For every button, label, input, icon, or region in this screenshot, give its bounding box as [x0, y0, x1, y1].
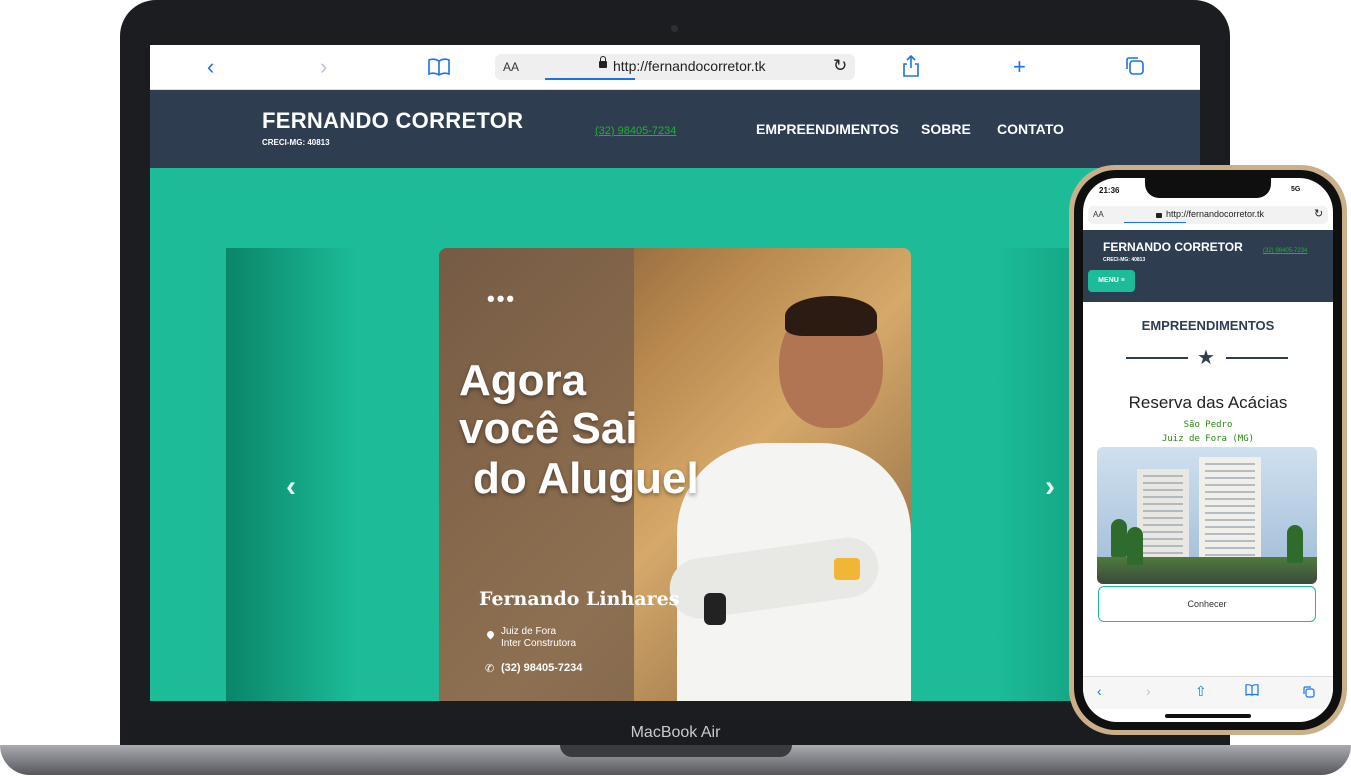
- conhecer-button[interactable]: Conhecer: [1098, 586, 1316, 622]
- slide-headline-1: Agora: [459, 356, 587, 405]
- building-windows: [1143, 475, 1183, 565]
- phone-reader-aa-button[interactable]: AA: [1093, 210, 1104, 219]
- phone-address-bar[interactable]: AA http://fernandocorretor.tk ↻: [1088, 206, 1328, 224]
- phone-url-text[interactable]: http://fernandocorretor.tk: [1166, 209, 1264, 219]
- load-progress: [545, 78, 635, 80]
- slide-headline-2: você Sai: [459, 404, 638, 453]
- nav-contato[interactable]: CONTATO: [997, 121, 1064, 137]
- more-dots-icon: •••: [487, 286, 517, 311]
- phone-lock-icon: [1156, 213, 1162, 218]
- slide-location: Juiz de Fora Inter Construtora: [501, 626, 576, 650]
- listing-city: Juiz de Fora (MG): [1161, 434, 1255, 444]
- section-title: EMPREENDIMENTOS: [1141, 318, 1275, 333]
- phone-screen: 21:36 5G AA http://fernandocorretor.tk ↻…: [1083, 178, 1333, 722]
- tabs-icon[interactable]: [1125, 55, 1145, 83]
- phone-back-icon[interactable]: ‹: [1097, 683, 1102, 699]
- phone-browser-toolbar: ‹ › ⇧: [1083, 676, 1333, 709]
- lock-icon: [599, 56, 607, 68]
- slide-location-company: Inter Construtora: [501, 638, 577, 649]
- slide-phone: (32) 98405-7234: [501, 662, 583, 674]
- carousel-next-icon[interactable]: ›: [1045, 470, 1055, 504]
- status-time: 21:36: [1099, 186, 1120, 195]
- url-text[interactable]: http://fernandocorretor.tk: [613, 58, 766, 74]
- creci-label: CRECI-MG: 40813: [262, 138, 330, 147]
- phone-notch: [1145, 178, 1271, 198]
- listing-title: Reserva das Acácias: [1128, 393, 1288, 412]
- back-icon[interactable]: ‹: [207, 53, 214, 81]
- phone-link[interactable]: (32) 98405-7234: [595, 125, 676, 137]
- palm-tree: [1287, 525, 1303, 563]
- phone-site-header: FERNANDO CORRETOR CRECI-MG: 40813 (32) 9…: [1083, 230, 1333, 302]
- phone-bookmarks-icon[interactable]: [1245, 683, 1259, 699]
- palm-tree: [1127, 527, 1143, 565]
- carousel-slide: ••• Agora você Sai do Aluguel Fernando L…: [439, 248, 911, 701]
- slide-name: Fernando Linhares: [479, 588, 680, 610]
- building-windows: [1205, 463, 1255, 563]
- palm-tree: [1111, 519, 1127, 557]
- browser-toolbar: ‹ › AA http://fernandocorretor.tk ↻ +: [150, 45, 1200, 90]
- phone-menu-button[interactable]: MENU ≡: [1088, 270, 1135, 292]
- phone-creci-label: CRECI-MG: 40813: [1103, 257, 1146, 263]
- site-header: FERNANDO CORRETOR CRECI-MG: 40813 (32) 9…: [150, 90, 1200, 168]
- phone-icon: ✆: [485, 663, 495, 675]
- divider-left: [1126, 357, 1188, 359]
- phone-phone-link[interactable]: (32) 98405-7234: [1263, 248, 1307, 254]
- nav-empreendimentos[interactable]: EMPREENDIMENTOS: [756, 121, 899, 137]
- building-left: [1137, 469, 1189, 569]
- phone-reload-icon[interactable]: ↻: [1314, 207, 1323, 220]
- phone-site-brand[interactable]: FERNANDO CORRETOR: [1103, 240, 1243, 254]
- carousel-prev-icon[interactable]: ‹: [286, 470, 296, 504]
- slide-location-city: Juiz de Fora: [501, 626, 557, 637]
- listing-neighborhood: São Pedro: [1183, 420, 1233, 430]
- home-indicator[interactable]: [1165, 714, 1251, 718]
- person-hair: [785, 296, 877, 336]
- phone-tabs-icon[interactable]: [1303, 685, 1315, 701]
- status-network: 5G: [1291, 186, 1301, 193]
- share-icon[interactable]: [902, 54, 920, 84]
- new-tab-icon[interactable]: +: [1013, 53, 1026, 81]
- site-brand[interactable]: FERNANDO CORRETOR: [262, 108, 523, 134]
- phone-load-progress: [1124, 222, 1186, 223]
- phone-share-icon[interactable]: ⇧: [1195, 683, 1207, 700]
- bookmarks-icon[interactable]: [428, 55, 450, 83]
- logo-badge: [834, 558, 860, 580]
- laptop-screen: ‹ › AA http://fernandocorretor.tk ↻ + FE…: [150, 45, 1200, 701]
- listing-image[interactable]: [1097, 447, 1317, 584]
- nav-sobre[interactable]: SOBRE: [921, 121, 971, 137]
- building-right: [1199, 457, 1261, 569]
- camera-icon: [671, 25, 678, 32]
- watch-icon: [704, 593, 726, 625]
- address-bar[interactable]: AA http://fernandocorretor.tk ↻: [495, 54, 855, 80]
- divider-right: [1226, 357, 1288, 359]
- reload-icon[interactable]: ↻: [833, 56, 847, 76]
- star-icon: ★: [1197, 347, 1215, 369]
- forward-icon[interactable]: ›: [320, 53, 327, 81]
- slide-headline-3: do Aluguel: [473, 454, 699, 503]
- reader-aa-button[interactable]: AA: [503, 60, 519, 74]
- phone-forward-icon[interactable]: ›: [1146, 683, 1151, 699]
- laptop-notch: [560, 745, 792, 757]
